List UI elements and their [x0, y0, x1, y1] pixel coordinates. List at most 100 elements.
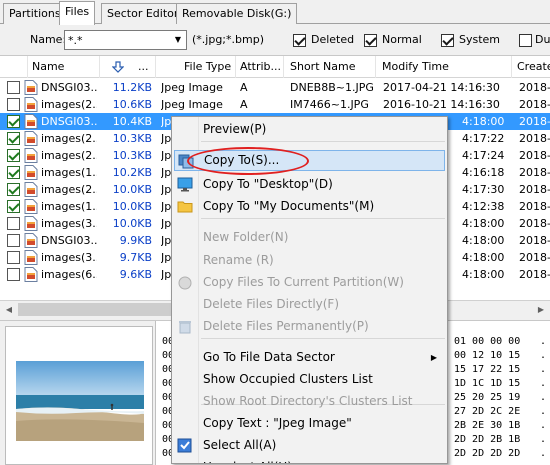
tab-partitions[interactable]: Partitions — [3, 3, 67, 24]
hex-bytes-row: 15 17 22 15 — [454, 364, 521, 375]
copy-to-icon — [178, 154, 194, 169]
menu-item-label: Delete Files Directly(F) — [203, 297, 340, 311]
name-filter-label: Name: — [30, 33, 67, 46]
scroll-left-icon[interactable]: ◀ — [1, 302, 17, 317]
file-row-checkbox[interactable] — [7, 183, 20, 196]
deleted-checkbox[interactable] — [293, 34, 306, 47]
hex-bytes-row: 01 00 00 00 — [454, 336, 521, 347]
tab-bar: Partitions Files Sector Editor Removable… — [0, 0, 550, 25]
file-row-checkbox[interactable] — [7, 132, 20, 145]
jpeg-file-icon — [24, 267, 38, 282]
normal-checkbox[interactable] — [364, 34, 377, 47]
file-attributes: A — [240, 81, 248, 94]
header-create-time[interactable]: Create — [512, 56, 550, 78]
beach-preview-image — [16, 361, 144, 441]
submenu-arrow-icon: ▶ — [430, 353, 437, 362]
hex-bytes-row: 25 20 25 19 — [454, 392, 521, 403]
name-filter-input[interactable] — [64, 30, 187, 50]
menu-item-copy-to[interactable]: Copy To(S)... — [174, 150, 445, 171]
file-size: 10.2KB — [112, 166, 152, 179]
file-row-checkbox[interactable] — [7, 81, 20, 94]
menu-item-copy-files-to-current-partition: Copy Files To Current Partition(W) — [174, 272, 445, 293]
image-preview-frame — [5, 326, 153, 465]
file-create-time: 2018-0 — [519, 200, 550, 213]
menu-item-label: Show Occupied Clusters List — [203, 372, 373, 386]
hex-bytes-row: 2D 2D 2D 2D — [454, 448, 521, 459]
file-row-checkbox[interactable] — [7, 115, 20, 128]
jpeg-file-icon — [24, 131, 38, 146]
file-modify-time: 4:18:00 — [462, 234, 505, 247]
header-modify-time[interactable]: Modify Time — [376, 56, 512, 78]
menu-item-preview[interactable]: Preview(P) — [174, 119, 445, 140]
menu-item-copy-to-desktop[interactable]: Copy To "Desktop"(D) — [174, 174, 445, 195]
tab-sector-editor[interactable]: Sector Editor — [101, 3, 185, 24]
header-attributes[interactable]: Attrib... — [236, 56, 284, 78]
file-create-time: 2018-0 — [519, 149, 550, 162]
menu-item-show-occupied-clusters-list[interactable]: Show Occupied Clusters List — [174, 369, 445, 390]
copy-partition-icon — [178, 276, 192, 290]
menu-item-new-folder: New Folder(N) — [174, 227, 445, 248]
header-short-name[interactable]: Short Name — [284, 56, 376, 78]
system-checkbox[interactable] — [441, 34, 454, 47]
menu-item-label: Copy To "Desktop"(D) — [203, 177, 333, 191]
file-type: Jpeg Image — [161, 98, 223, 111]
menu-item-delete-files-permanently: Delete Files Permanently(P) — [174, 316, 445, 337]
file-row-checkbox[interactable] — [7, 217, 20, 230]
header-name[interactable]: Name — [28, 56, 100, 78]
file-create-time: 2018-0 — [519, 268, 550, 281]
hex-ascii-char: . — [540, 392, 547, 403]
file-size: 10.3KB — [112, 132, 152, 145]
menu-item-go-to-file-data-sector[interactable]: Go To File Data Sector ▶ — [174, 347, 445, 368]
select-all-icon — [177, 438, 192, 453]
file-attributes: A — [240, 98, 248, 111]
menu-item-unselect-all[interactable]: Unselect All(U) — [174, 457, 445, 463]
menu-separator — [201, 141, 445, 142]
file-create-time: 2018-0 — [519, 132, 550, 145]
header-file-type[interactable]: File Type — [156, 56, 236, 78]
hex-bytes-row: 27 2D 2C 2E — [454, 406, 521, 417]
scroll-right-icon[interactable]: ▶ — [533, 302, 549, 317]
hex-bytes-row: 2B 2E 30 1B — [454, 420, 521, 431]
duplicate-checkbox[interactable] — [519, 34, 532, 47]
hex-ascii-char: . — [540, 448, 547, 459]
file-size: 10.3KB — [112, 149, 152, 162]
file-row-checkbox[interactable] — [7, 234, 20, 247]
file-row-checkbox[interactable] — [7, 251, 20, 264]
menu-item-copy-to-my-documents[interactable]: Copy To "My Documents"(M) — [174, 196, 445, 217]
file-create-time: 2018-0 — [519, 217, 550, 230]
menu-item-delete-files-directly: Delete Files Directly(F) — [174, 294, 445, 315]
menu-item-label: Copy Files To Current Partition(W) — [203, 275, 404, 289]
file-row-checkbox[interactable] — [7, 149, 20, 162]
jpeg-file-icon — [24, 182, 38, 197]
file-row-checkbox[interactable] — [7, 166, 20, 179]
file-row[interactable]: images(2... 10.6KB Jpeg Image A IM7466~1.JPG… — [0, 96, 550, 113]
hex-ascii-char: . — [540, 350, 547, 361]
jpeg-file-icon — [24, 165, 38, 180]
file-short-name: DNEB8B~1.JPG — [290, 81, 374, 94]
desktop-icon — [177, 177, 193, 192]
file-row-checkbox[interactable] — [7, 98, 20, 111]
menu-item-label: Select All(A) — [203, 438, 277, 452]
file-create-time: 2018-0 — [519, 166, 550, 179]
menu-item-select-all[interactable]: Select All(A) — [174, 435, 445, 456]
tab-removable-disk[interactable]: Removable Disk(G:) — [176, 3, 298, 24]
menu-item-copy-text-jpeg-image[interactable]: Copy Text : "Jpeg Image" — [174, 413, 445, 434]
chevron-down-icon[interactable]: ▼ — [170, 31, 186, 49]
file-modify-time: 4:17:22 — [462, 132, 505, 145]
header-size[interactable]: ... — [100, 56, 156, 78]
tab-files[interactable]: Files — [59, 1, 96, 25]
file-row[interactable]: DNSGI03... 11.2KB Jpeg Image A DNEB8B~1.JPG 2… — [0, 79, 550, 96]
file-modify-time: 4:18:00 — [462, 115, 505, 128]
file-name: images(2... — [41, 132, 97, 145]
file-name: images(1... — [41, 166, 97, 179]
file-modify-time: 4:17:30 — [462, 183, 505, 196]
jpeg-file-icon — [24, 80, 38, 95]
menu-item-label: Delete Files Permanently(P) — [203, 319, 369, 333]
file-row-checkbox[interactable] — [7, 268, 20, 281]
file-name: images(6... — [41, 268, 97, 281]
header-size-label: ... — [138, 60, 149, 73]
jpeg-file-icon — [24, 199, 38, 214]
file-size: 9.9KB — [119, 234, 152, 247]
file-row-checkbox[interactable] — [7, 200, 20, 213]
file-name: images(2... — [41, 183, 97, 196]
